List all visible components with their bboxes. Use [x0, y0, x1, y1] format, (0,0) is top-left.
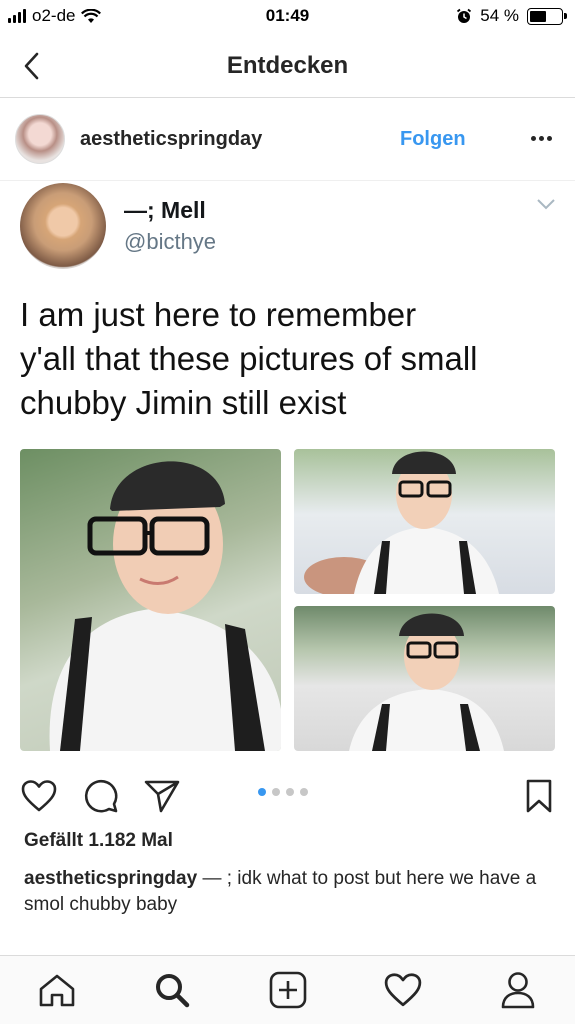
page-title: Entdecken — [226, 52, 349, 79]
add-post-icon[interactable] — [266, 968, 310, 1012]
tweet-author-name: —; Mell — [124, 197, 206, 223]
status-right: 54 % — [456, 6, 567, 26]
battery-fill — [530, 10, 547, 22]
tweet-author-handle: @bicthye — [124, 229, 217, 254]
battery-icon — [527, 7, 567, 25]
user-avatar[interactable] — [15, 114, 65, 164]
more-options-icon[interactable] — [526, 126, 556, 150]
follow-button[interactable]: Folgen — [400, 128, 466, 151]
post-caption: aestheticspringday — ; idk what to post … — [24, 866, 559, 918]
share-icon[interactable] — [143, 777, 181, 815]
battery-percent: 54 % — [480, 6, 519, 25]
alarm-icon — [457, 8, 472, 23]
carousel-dot — [300, 788, 308, 796]
tweet-photo-3 — [294, 606, 555, 751]
chevron-down-icon — [537, 199, 555, 210]
carousel-dot — [272, 788, 280, 796]
bottom-tab-bar — [0, 955, 575, 1024]
tweet-photo-1 — [20, 449, 281, 751]
bookmark-icon[interactable] — [520, 777, 558, 815]
search-icon[interactable] — [150, 968, 194, 1012]
carousel-dot — [286, 788, 294, 796]
comment-icon[interactable] — [82, 777, 120, 815]
tweet-text: I am just here to remember y'all that th… — [20, 296, 478, 421]
post-header: aestheticspringday Folgen — [0, 98, 575, 181]
profile-icon[interactable] — [496, 968, 540, 1012]
tweet-photo-2 — [294, 449, 555, 594]
carousel-dot — [258, 788, 266, 796]
carousel-indicator — [258, 788, 308, 796]
navigation-bar: Entdecken — [0, 34, 575, 98]
heart-icon[interactable] — [20, 777, 58, 815]
caption-username[interactable]: aestheticspringday — [24, 868, 197, 889]
post-username[interactable]: aestheticspringday — [80, 128, 262, 151]
tweet-avatar — [20, 183, 106, 269]
likes-count[interactable]: Gefällt 1.182 Mal — [24, 830, 173, 852]
post-action-bar — [0, 761, 575, 827]
status-bar: o2-de 01:49 54 % — [0, 0, 575, 34]
home-icon[interactable] — [35, 968, 79, 1012]
post-media[interactable]: —; Mell @bicthye I am just here to remem… — [0, 181, 575, 761]
activity-heart-icon[interactable] — [381, 968, 425, 1012]
